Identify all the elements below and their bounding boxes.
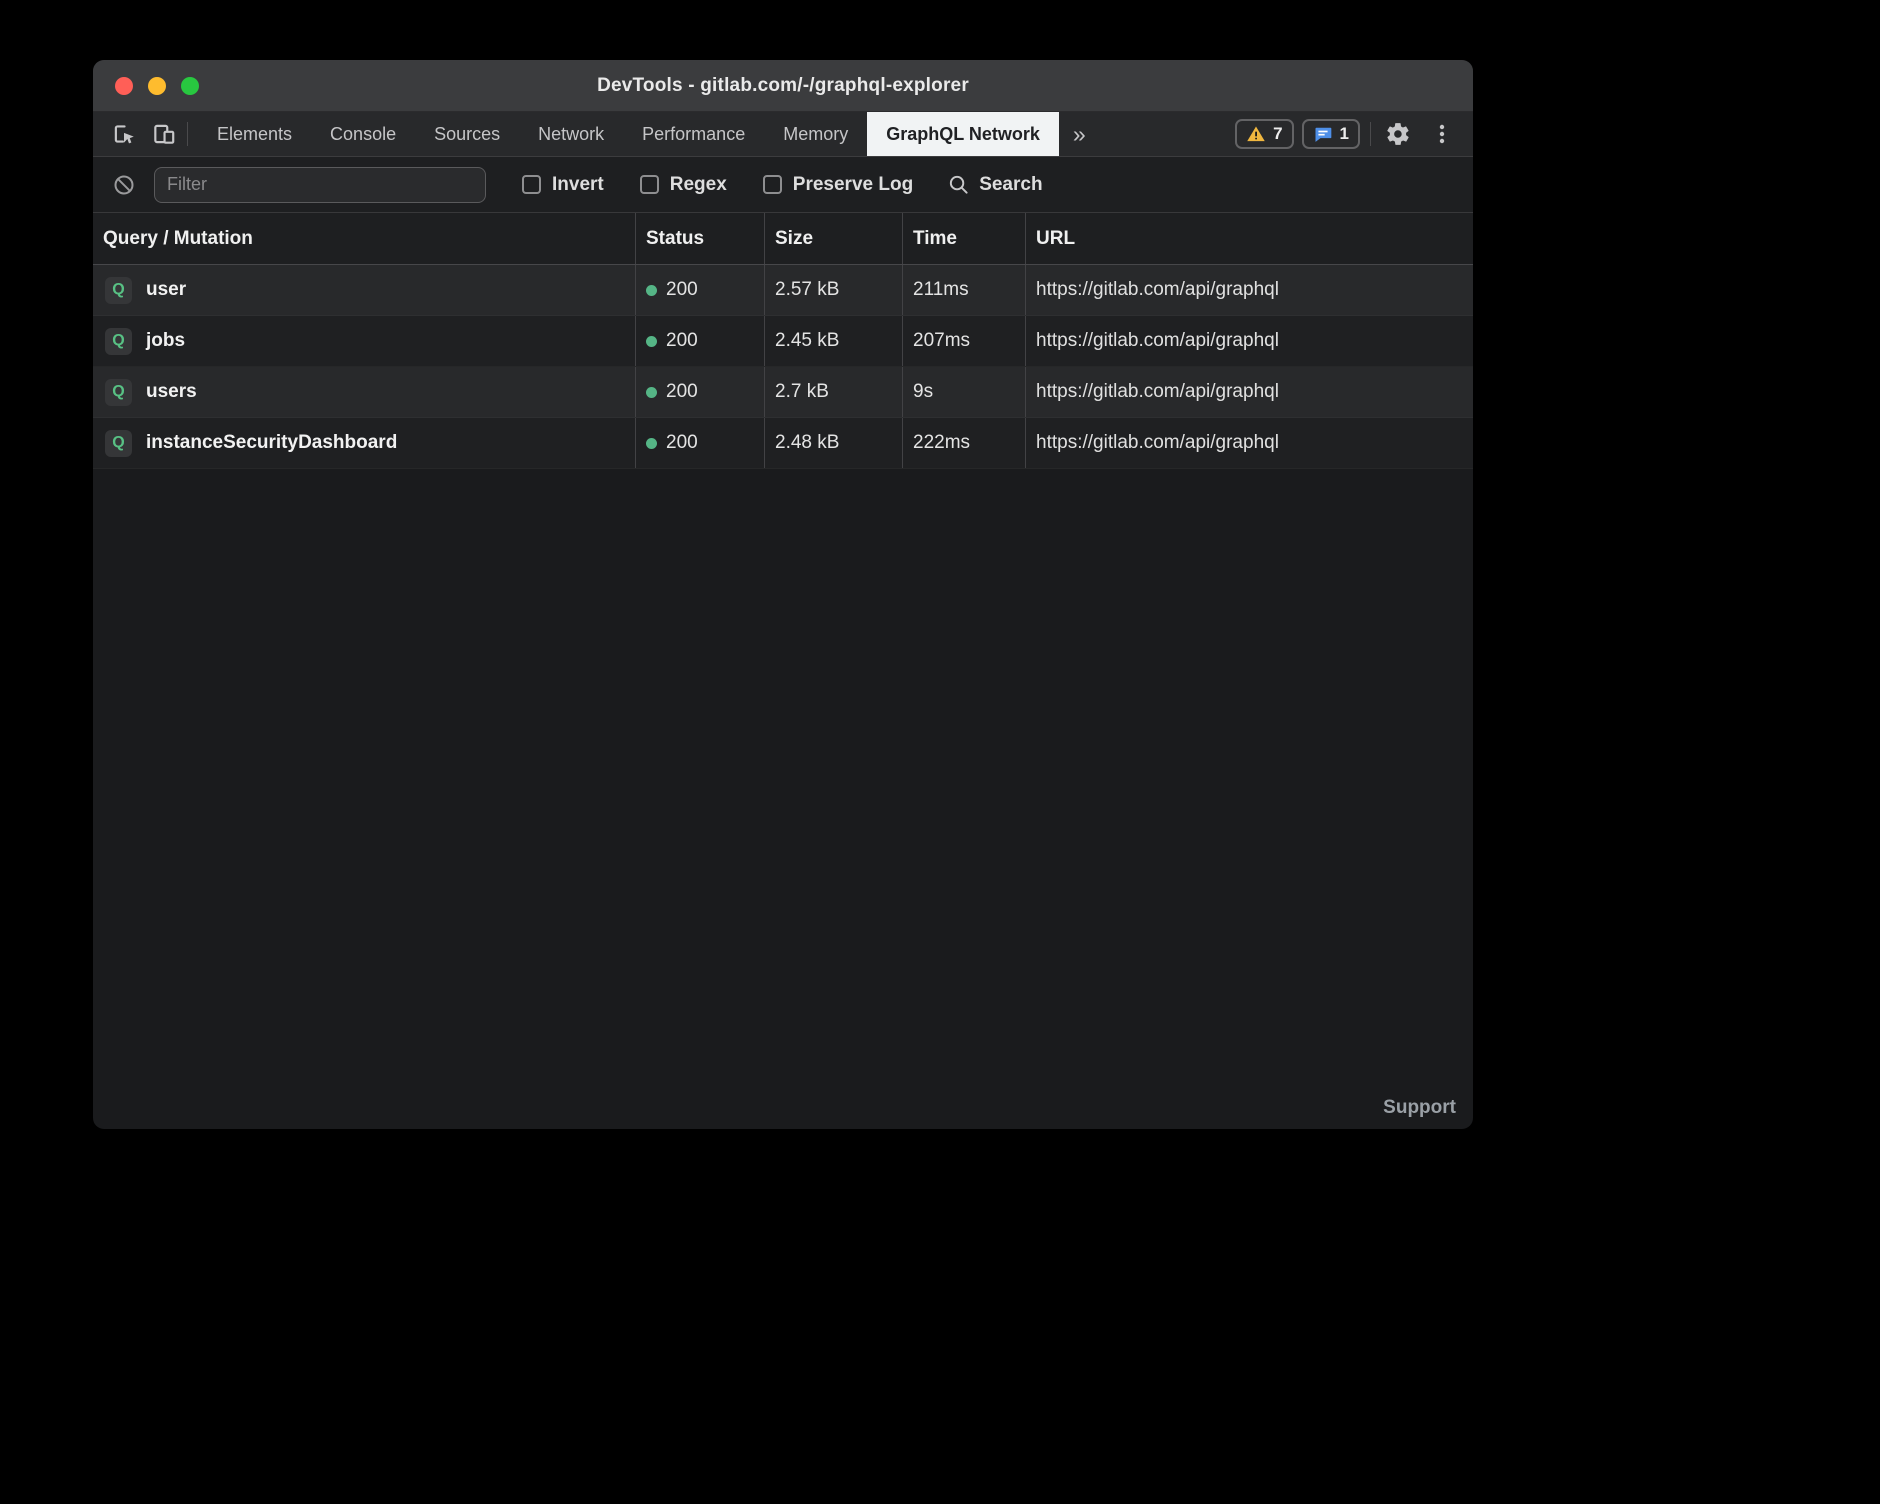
traffic-lights xyxy=(115,60,199,111)
search-control[interactable]: Search xyxy=(947,173,1042,196)
notification-pills: 7 1 xyxy=(1235,119,1360,149)
minimize-button[interactable] xyxy=(148,77,166,95)
clear-icon[interactable] xyxy=(107,169,141,201)
devtools-tabbar: Elements Console Sources Network Perform… xyxy=(93,112,1473,157)
query-name: users xyxy=(146,381,197,403)
panel-tabs: Elements Console Sources Network Perform… xyxy=(198,112,1100,156)
query-type-badge: Q xyxy=(105,328,132,355)
kebab-menu-icon[interactable] xyxy=(1425,118,1459,150)
window-title: DevTools - gitlab.com/-/graphql-explorer xyxy=(597,75,969,97)
response-time: 9s xyxy=(903,367,1026,417)
status-dot-icon xyxy=(646,336,657,347)
query-type-badge: Q xyxy=(105,277,132,304)
filter-toolbar: Invert Regex Preserve Log Search xyxy=(93,157,1473,213)
tab-network[interactable]: Network xyxy=(519,112,623,156)
message-bubble-icon xyxy=(1313,124,1333,144)
query-type-badge: Q xyxy=(105,379,132,406)
table-row[interactable]: Q user 200 2.57 kB 211ms https://gitlab.… xyxy=(93,265,1473,316)
status-dot-icon xyxy=(646,387,657,398)
tab-elements[interactable]: Elements xyxy=(198,112,311,156)
tab-sources[interactable]: Sources xyxy=(415,112,519,156)
column-header-status: Status xyxy=(636,213,765,264)
column-header-url: URL xyxy=(1026,213,1473,264)
warning-count: 7 xyxy=(1273,124,1282,144)
more-tabs-chevron-icon[interactable]: » xyxy=(1059,112,1100,156)
tab-console[interactable]: Console xyxy=(311,112,415,156)
response-size: 2.7 kB xyxy=(765,367,903,417)
column-header-time: Time xyxy=(903,213,1026,264)
status-code: 200 xyxy=(666,279,698,301)
titlebar: DevTools - gitlab.com/-/graphql-explorer xyxy=(93,60,1473,112)
inspect-element-icon[interactable] xyxy=(107,118,141,150)
zoom-button[interactable] xyxy=(181,77,199,95)
response-time: 207ms xyxy=(903,316,1026,366)
invert-label: Invert xyxy=(552,174,604,196)
response-time: 222ms xyxy=(903,418,1026,468)
tab-graphql-network[interactable]: GraphQL Network xyxy=(867,112,1059,156)
regex-checkbox-group[interactable]: Regex xyxy=(640,174,727,196)
status-code: 200 xyxy=(666,432,698,454)
issues-badge[interactable]: 1 xyxy=(1302,119,1360,149)
status-code: 200 xyxy=(666,330,698,352)
query-name: user xyxy=(146,279,186,301)
table-row[interactable]: Q instanceSecurityDashboard 200 2.48 kB … xyxy=(93,418,1473,469)
query-name: instanceSecurityDashboard xyxy=(146,432,397,454)
tabbar-left-icons xyxy=(93,112,198,156)
request-url: https://gitlab.com/api/graphql xyxy=(1026,418,1473,468)
request-url: https://gitlab.com/api/graphql xyxy=(1026,367,1473,417)
request-url: https://gitlab.com/api/graphql xyxy=(1026,316,1473,366)
response-time: 211ms xyxy=(903,265,1026,315)
query-type-badge: Q xyxy=(105,430,132,457)
table-row[interactable]: Q jobs 200 2.45 kB 207ms https://gitlab.… xyxy=(93,316,1473,367)
tabbar-divider xyxy=(187,122,188,146)
search-label: Search xyxy=(979,174,1042,196)
status-dot-icon xyxy=(646,285,657,296)
response-size: 2.45 kB xyxy=(765,316,903,366)
issues-count: 1 xyxy=(1340,124,1349,144)
device-toolbar-icon[interactable] xyxy=(147,118,181,150)
settings-gear-icon[interactable] xyxy=(1381,118,1415,150)
table-row[interactable]: Q users 200 2.7 kB 9s https://gitlab.com… xyxy=(93,367,1473,418)
regex-checkbox[interactable] xyxy=(640,175,659,194)
tab-memory[interactable]: Memory xyxy=(764,112,867,156)
preserve-log-checkbox-group[interactable]: Preserve Log xyxy=(763,174,913,196)
request-url: https://gitlab.com/api/graphql xyxy=(1026,265,1473,315)
status-code: 200 xyxy=(666,381,698,403)
tab-performance[interactable]: Performance xyxy=(623,112,764,156)
close-button[interactable] xyxy=(115,77,133,95)
invert-checkbox-group[interactable]: Invert xyxy=(522,174,604,196)
warning-triangle-icon xyxy=(1246,124,1266,144)
warnings-badge[interactable]: 7 xyxy=(1235,119,1293,149)
query-name: jobs xyxy=(146,330,185,352)
search-icon xyxy=(947,173,970,196)
support-link[interactable]: Support xyxy=(1383,1097,1456,1119)
response-size: 2.48 kB xyxy=(765,418,903,468)
tabbar-right-controls: 7 1 xyxy=(1235,112,1473,156)
invert-checkbox[interactable] xyxy=(522,175,541,194)
preserve-log-label: Preserve Log xyxy=(793,174,913,196)
status-dot-icon xyxy=(646,438,657,449)
table-header: Query / Mutation Status Size Time URL xyxy=(93,213,1473,265)
devtools-window: DevTools - gitlab.com/-/graphql-explorer… xyxy=(93,60,1473,1129)
column-header-query: Query / Mutation xyxy=(93,213,636,264)
preserve-log-checkbox[interactable] xyxy=(763,175,782,194)
tabbar-right-divider xyxy=(1370,122,1371,146)
response-size: 2.57 kB xyxy=(765,265,903,315)
filter-input[interactable] xyxy=(154,167,486,203)
regex-label: Regex xyxy=(670,174,727,196)
column-header-size: Size xyxy=(765,213,903,264)
